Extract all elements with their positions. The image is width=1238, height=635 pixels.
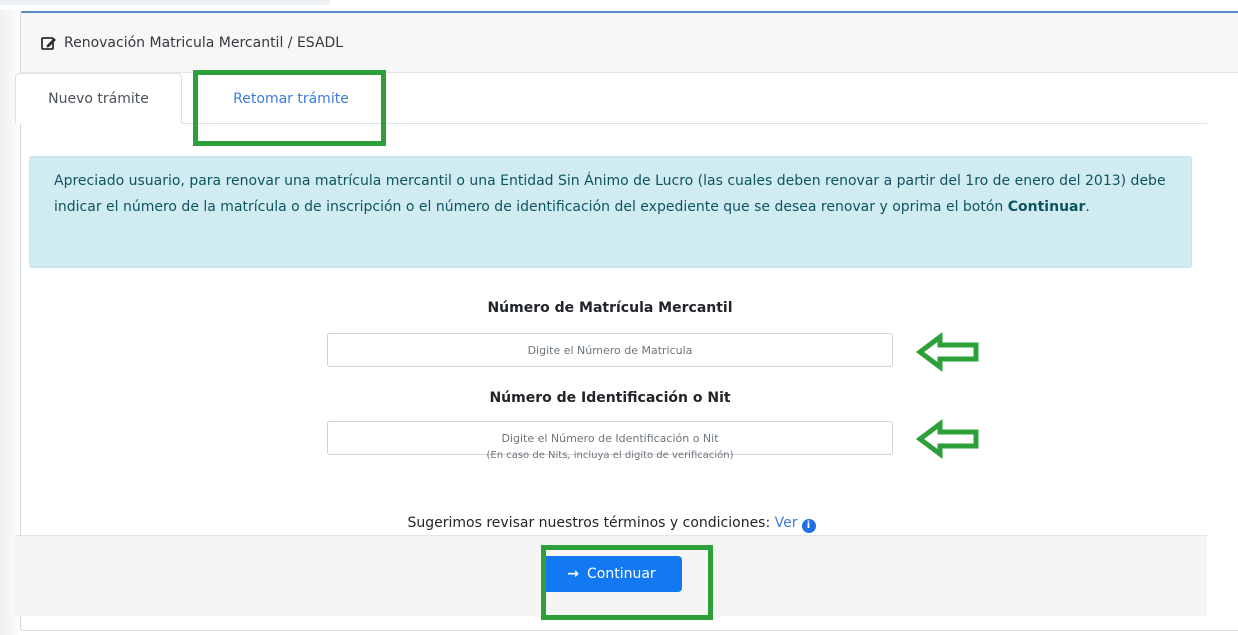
terms-line: Sugerimos revisar nuestros términos y co… — [0, 515, 1223, 533]
info-alert: Apreciado usuario, para renovar una matr… — [29, 156, 1192, 268]
highlight-box-resume-tab — [193, 70, 386, 146]
alert-strong-text: Continuar — [1007, 199, 1086, 215]
alert-end: . — [1085, 199, 1090, 215]
arrow-left-icon — [915, 419, 979, 459]
matricula-label: Número de Matrícula Mercantil — [487, 300, 733, 316]
card-header: Renovación Matricula Mercantil / ESADL — [21, 13, 1238, 73]
page-title: Renovación Matricula Mercantil / ESADL — [64, 34, 344, 51]
terms-text: Sugerimos revisar nuestros términos y co… — [407, 515, 775, 531]
info-icon[interactable]: i — [801, 519, 816, 533]
tab-new-procedure[interactable]: Nuevo trámite — [15, 73, 182, 124]
top-strip — [0, 0, 1238, 8]
edit-icon — [41, 36, 56, 50]
terms-link[interactable]: Ver — [775, 515, 798, 531]
id-label: Número de Identificación o Nit — [489, 390, 731, 406]
highlight-box-continue — [541, 545, 713, 620]
nit-hint: (En caso de Nits, incluya el digito de v… — [486, 450, 734, 461]
matricula-input[interactable] — [327, 333, 893, 367]
arrow-left-icon — [915, 332, 979, 372]
browser-tab-hint — [0, 0, 330, 5]
alert-text: Apreciado usuario, para renovar una matr… — [54, 173, 1166, 215]
